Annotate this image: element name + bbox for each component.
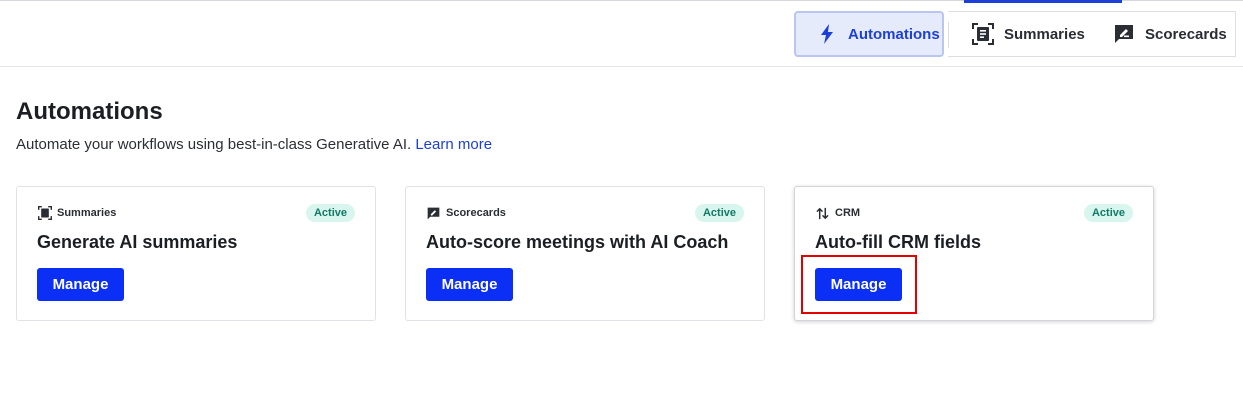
tab-summaries[interactable]: Summaries [948,11,1095,57]
learn-more-link[interactable]: Learn more [415,136,492,153]
manage-button[interactable]: Manage [426,268,513,301]
manage-button[interactable]: Manage [37,268,124,301]
tab-label: Automations [848,25,940,43]
page-title: Automations [16,98,163,125]
tab-bar: Automations Summaries Scorecards [0,0,1243,67]
card-title: Auto-fill CRM fields [815,232,981,252]
card-category: CRM [815,206,860,220]
status-badge: Active [694,204,744,222]
tab-group: Automations Summaries Scorecards [794,11,1236,57]
subtitle-text: Automate your workflows using best-in-cl… [16,136,412,153]
card-title: Generate AI summaries [37,232,238,252]
tab-label: Scorecards [1145,25,1227,43]
card-category: Scorecards [426,206,506,220]
document-scan-icon [972,23,994,45]
tab-automations[interactable]: Automations [794,11,944,57]
card-category: Summaries [37,206,116,220]
bolt-icon [816,23,838,45]
card-category-label: Summaries [57,207,117,219]
highlight-box [801,255,917,314]
tab-label: Summaries [1004,25,1085,43]
scorecard-icon [426,206,441,220]
scorecard-icon [1113,23,1135,45]
sync-arrows-icon [815,206,830,220]
card-category-label: CRM [835,207,861,219]
automation-card-summaries: Summaries Active Generate AI summaries M… [16,186,376,321]
tab-scorecards[interactable]: Scorecards [1095,11,1236,57]
card-category-label: Scorecards [446,207,506,219]
status-badge: Active [1083,204,1133,222]
status-badge: Active [305,204,355,222]
automation-card-scorecards: Scorecards Active Auto-score meetings wi… [405,186,765,321]
card-title: Auto-score meetings with AI Coach [426,232,729,252]
document-scan-icon [37,206,52,220]
page-subtitle: Automate your workflows using best-in-cl… [16,136,492,153]
